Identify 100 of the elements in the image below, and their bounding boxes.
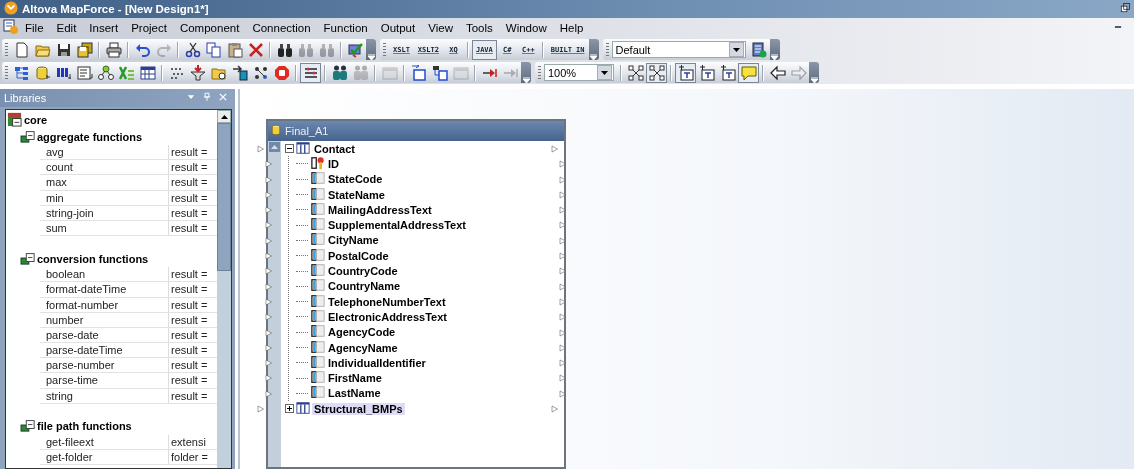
output-connector-icon[interactable] [551,404,559,415]
output-connector-icon[interactable] [559,296,567,307]
field-node[interactable]: LastName [326,387,383,400]
input-connector-icon[interactable] [265,235,273,246]
function-row[interactable]: format-number result = [40,297,217,313]
field-node[interactable]: CityName [326,234,381,247]
overflow-button[interactable] [521,62,531,83]
function-row[interactable]: parse-dateTime result = [40,343,217,359]
menu-item[interactable]: Help [553,22,591,34]
table-node[interactable]: Contact [312,142,357,155]
function-row[interactable]: number result = [40,312,217,328]
toolbar-button[interactable] [95,62,116,83]
menu-item[interactable]: View [422,22,460,34]
input-connector-icon[interactable] [265,159,273,170]
menu-item[interactable]: Project [125,22,174,34]
function-row[interactable]: boolean result = [40,267,217,283]
input-connector-icon[interactable] [265,205,273,216]
collapse-toggle[interactable] [285,144,294,154]
input-connector-icon[interactable] [265,388,273,399]
input-connector-icon[interactable] [265,189,273,200]
field-node[interactable]: ID [326,157,341,170]
output-connector-icon[interactable] [559,251,567,262]
function-row[interactable]: get-fileext extensi [40,434,217,450]
field-node[interactable]: StateName [326,188,387,201]
scrollbar[interactable] [217,110,231,468]
function-row[interactable]: parse-time result = [40,373,217,389]
restore-icon[interactable] [1120,3,1130,13]
library-name[interactable]: core [24,114,48,126]
input-connector-icon[interactable] [265,327,273,338]
menu-item[interactable]: Output [374,22,423,34]
field-node[interactable]: AgencyCode [326,326,398,339]
collapse-folder-icon[interactable] [20,250,36,265]
output-connector-icon[interactable] [559,358,567,369]
overflow-button[interactable] [769,39,780,60]
menu-item[interactable]: Connection [246,22,318,34]
output-connector-icon[interactable] [559,189,567,200]
field-node[interactable]: MailingAddressText [326,203,434,216]
input-connector-icon[interactable] [265,342,273,353]
output-connector-icon[interactable] [559,388,567,399]
input-connector-icon[interactable] [265,266,273,277]
toolbar-button[interactable] [675,62,696,83]
function-row[interactable]: min result = [40,190,217,206]
output-connector-icon[interactable] [559,373,567,384]
menu-item[interactable]: Window [499,22,554,34]
field-node[interactable]: AgencyName [326,341,400,354]
overflow-button[interactable] [366,39,376,60]
library-icon[interactable] [7,111,22,127]
output-connector-icon[interactable] [559,312,567,323]
collapse-folder-icon[interactable] [20,418,36,433]
output-connector-icon[interactable] [559,159,567,170]
input-connector-icon[interactable] [265,373,273,384]
function-group[interactable]: aggregate functions [37,130,143,143]
menu-item[interactable]: Function [317,22,375,34]
collapse-folder-icon[interactable] [20,128,36,143]
function-row[interactable]: avg result = [40,145,217,161]
menu-item[interactable]: File [19,22,51,34]
field-node[interactable]: SupplementalAddressText [326,219,468,232]
field-node[interactable]: StateCode [326,173,385,186]
overflow-button[interactable] [809,62,819,83]
field-node[interactable]: CountryCode [326,265,400,277]
function-row[interactable]: parse-number result = [40,358,217,374]
input-connector-icon[interactable] [265,312,273,323]
function-row[interactable]: string result = [40,388,217,404]
menu-item[interactable]: Tools [459,22,500,34]
input-connector-icon[interactable] [265,296,273,307]
field-node[interactable]: IndividualIdentifier [326,356,428,369]
field-node[interactable]: TelephoneNumberText [326,295,448,308]
output-connector-icon[interactable] [559,281,567,292]
toolbar-button[interactable] [300,62,321,83]
input-connector-icon[interactable] [265,358,273,369]
scroll-up-button[interactable] [269,142,280,152]
toolbar-button[interactable] [646,62,667,83]
menu-item[interactable]: Component [173,22,247,34]
document-menu-icon[interactable] [3,19,19,35]
expand-toggle[interactable] [285,404,294,414]
toolbar-button[interactable] [625,62,646,83]
function-row[interactable]: parse-date result = [40,327,217,344]
toolbar-button[interactable] [74,39,95,60]
function-row[interactable]: format-dateTime result = [40,282,217,298]
field-node[interactable]: ElectronicAddressText [326,310,449,323]
input-connector-icon[interactable] [265,281,273,292]
function-row[interactable]: max result = [40,175,217,191]
overflow-button[interactable] [588,39,599,60]
output-connector-icon[interactable] [551,144,559,154]
output-connector-icon[interactable] [559,235,567,246]
output-connector-icon[interactable] [559,266,567,277]
input-connector-icon[interactable] [265,251,273,262]
dropdown[interactable]: 100% [544,64,614,81]
output-connector-icon[interactable] [559,174,567,185]
toolbar-button[interactable] [103,39,124,60]
output-connector-icon[interactable] [559,327,567,338]
table-node[interactable]: Structural_BMPs [312,402,405,415]
mapping-canvas[interactable] [238,89,1134,469]
menu-item[interactable]: Insert [83,22,126,34]
input-connector-icon[interactable] [265,220,273,231]
function-group[interactable]: file path functions [37,420,132,433]
function-row[interactable]: sum result = [40,220,217,237]
function-row[interactable]: get-folder folder = [40,450,217,466]
close-icon[interactable] [218,92,228,102]
output-connector-icon[interactable] [559,205,567,216]
